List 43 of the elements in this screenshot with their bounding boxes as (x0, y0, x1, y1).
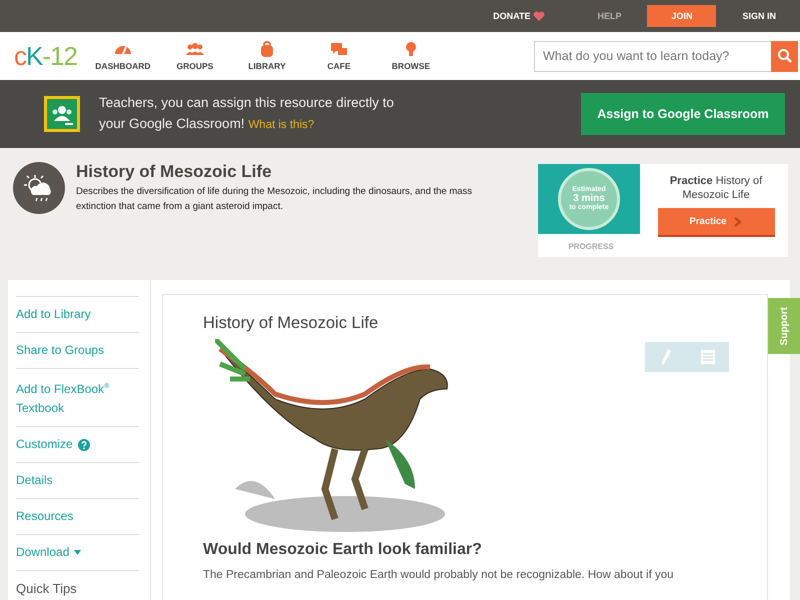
article-heading: Would Mesozoic Earth look familiar? (203, 541, 483, 559)
what-is-this-link[interactable]: What is this? (248, 119, 314, 131)
weather-icon (13, 162, 65, 214)
top-link[interactable]: DONATE (479, 5, 560, 27)
article-paragraph: The Precambrian and Paleozoic Earth would probably not be recognizable. How about if you (203, 569, 675, 581)
search-button[interactable] (771, 40, 798, 72)
heart-icon (533, 10, 546, 22)
banner-text: Teachers, you can assign this resource directly to your Google Classroom! What is this? (99, 94, 395, 133)
logo[interactable]: cK-12 (14, 40, 77, 72)
sidebar-item[interactable]: Resources (16, 498, 139, 534)
pencil-icon (660, 348, 672, 366)
article-title: History of Mesozoic Life (203, 314, 380, 333)
people-icon (184, 41, 205, 57)
chevron-icon (734, 216, 742, 226)
progress-label: PROGRESS (567, 241, 615, 251)
lesson-title: History of Mesozoic Life (76, 162, 273, 182)
sidebar-heading: Quick Tips (16, 570, 139, 600)
lesson-description: Describes the diversification of life during the Mesozoic, including the dinosaurs, and the mass extinction that came from a giant asteroid impact. (76, 185, 474, 214)
practice-heading: Practice History of Mesozoic Life (668, 174, 764, 202)
chat-icon (328, 41, 349, 57)
sidebar-item[interactable]: Customize (16, 426, 139, 462)
notes-icon (700, 350, 714, 364)
assign-button[interactable]: Assign to Google Classroom (581, 93, 785, 135)
nav-item[interactable]: CAFE (302, 41, 375, 71)
nav-item[interactable]: BROWSE (374, 41, 447, 71)
sidebar-item[interactable]: Download (16, 534, 139, 570)
search-icon (776, 48, 792, 64)
sidebar-item[interactable]: Add to FlexBook$^{®}$ Textbook (16, 368, 139, 426)
practice-button[interactable]: Practice (658, 208, 774, 237)
nav-item[interactable]: GROUPS (158, 41, 231, 71)
top-link[interactable]: SIGN IN (728, 5, 790, 27)
nav-item[interactable]: LIBRARY (230, 41, 303, 71)
sidebar-item[interactable]: Share to Groups (16, 332, 139, 368)
nav-item[interactable]: DASHBOARD (86, 41, 159, 71)
sidebar-item[interactable]: Details (16, 462, 139, 498)
caret-icon (74, 550, 82, 555)
help-icon (78, 438, 90, 450)
top-link[interactable]: HELP (583, 5, 636, 27)
support-tab[interactable]: Support (768, 298, 800, 354)
search-field[interactable]: What do you want to learn today? (534, 40, 771, 72)
sidebar-item[interactable]: Add to Library (16, 296, 139, 332)
join-button[interactable]: JOIN (647, 5, 716, 27)
classroom-icon (44, 96, 80, 132)
